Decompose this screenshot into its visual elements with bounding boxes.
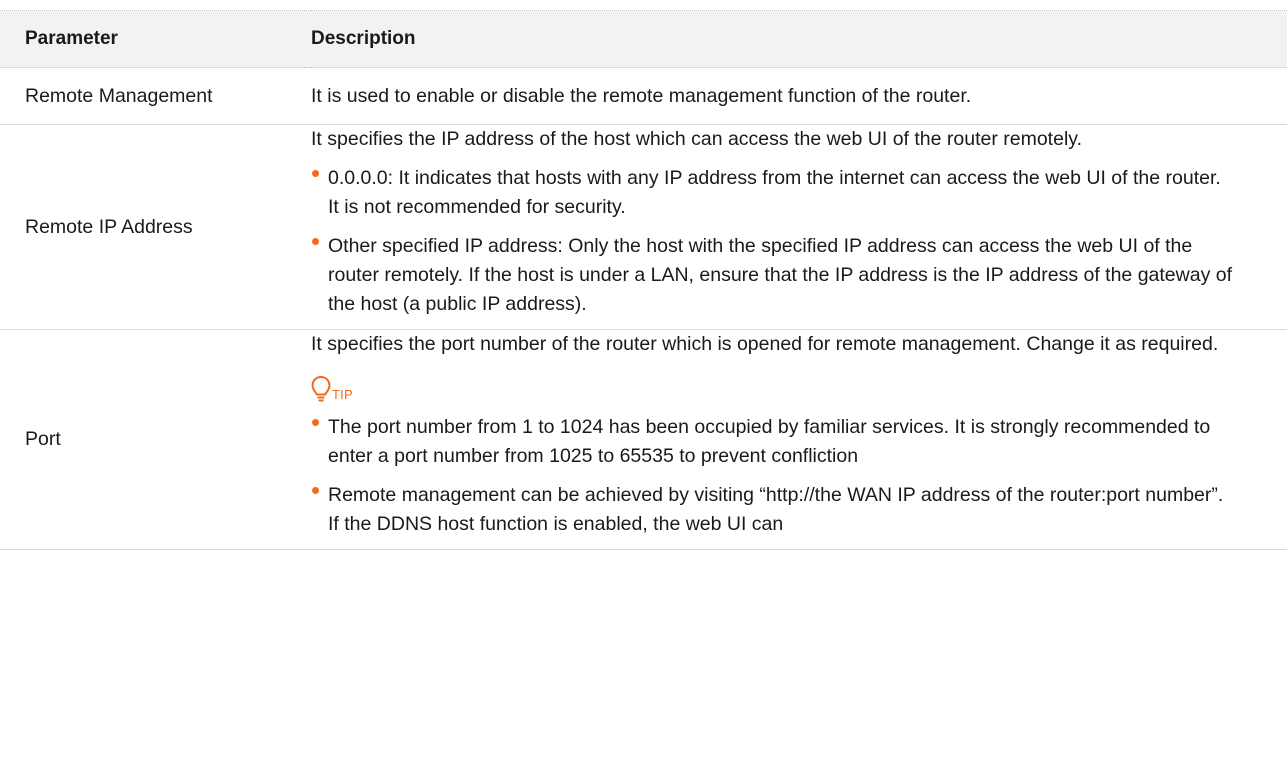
param-remote-management: Remote Management <box>0 67 311 125</box>
bullet-text: The port number from 1 to 1024 has been … <box>328 416 1211 467</box>
desc-intro: It specifies the port number of the rout… <box>311 333 1219 355</box>
desc-port: It specifies the port number of the rout… <box>311 329 1287 550</box>
list-item: • Other specified IP address: Only the h… <box>311 227 1233 319</box>
header-description: Description <box>311 10 1287 68</box>
tip-label: TIP <box>332 387 353 402</box>
table-row: Remote Management It is used to enable o… <box>0 67 1287 125</box>
bullet-text: 0.0.0.0: It indicates that hosts with an… <box>328 167 1221 218</box>
bullet-icon: • <box>311 158 321 188</box>
desc-remote-management: It is used to enable or disable the remo… <box>311 67 1287 125</box>
list-item: • Remote management can be achieved by v… <box>311 476 1232 539</box>
param-port: Port <box>0 329 311 550</box>
param-remote-ip-address: Remote IP Address <box>0 124 311 330</box>
header-parameter: Parameter <box>0 10 311 68</box>
bullet-text: Other specified IP address: Only the hos… <box>328 235 1233 315</box>
lightbulb-icon <box>311 375 331 405</box>
parameter-table: Parameter Description Remote Management … <box>0 10 1287 550</box>
bullet-text: Remote management can be achieved by vis… <box>328 484 1224 535</box>
desc-intro: It specifies the IP address of the host … <box>311 128 1083 150</box>
list-item: • The port number from 1 to 1024 has bee… <box>311 408 1232 471</box>
bullet-icon: • <box>311 407 321 437</box>
bullet-icon: • <box>311 226 321 256</box>
bullet-icon: • <box>311 475 321 505</box>
table-row: Remote IP Address It specifies the IP ad… <box>0 124 1287 330</box>
table-header-row: Parameter Description <box>0 10 1287 68</box>
list-item: • 0.0.0.0: It indicates that hosts with … <box>311 159 1232 222</box>
desc-remote-ip-address: It specifies the IP address of the host … <box>311 124 1287 330</box>
tip-callout: TIP <box>311 369 1232 405</box>
table-row: Port It specifies the port number of the… <box>0 329 1287 550</box>
